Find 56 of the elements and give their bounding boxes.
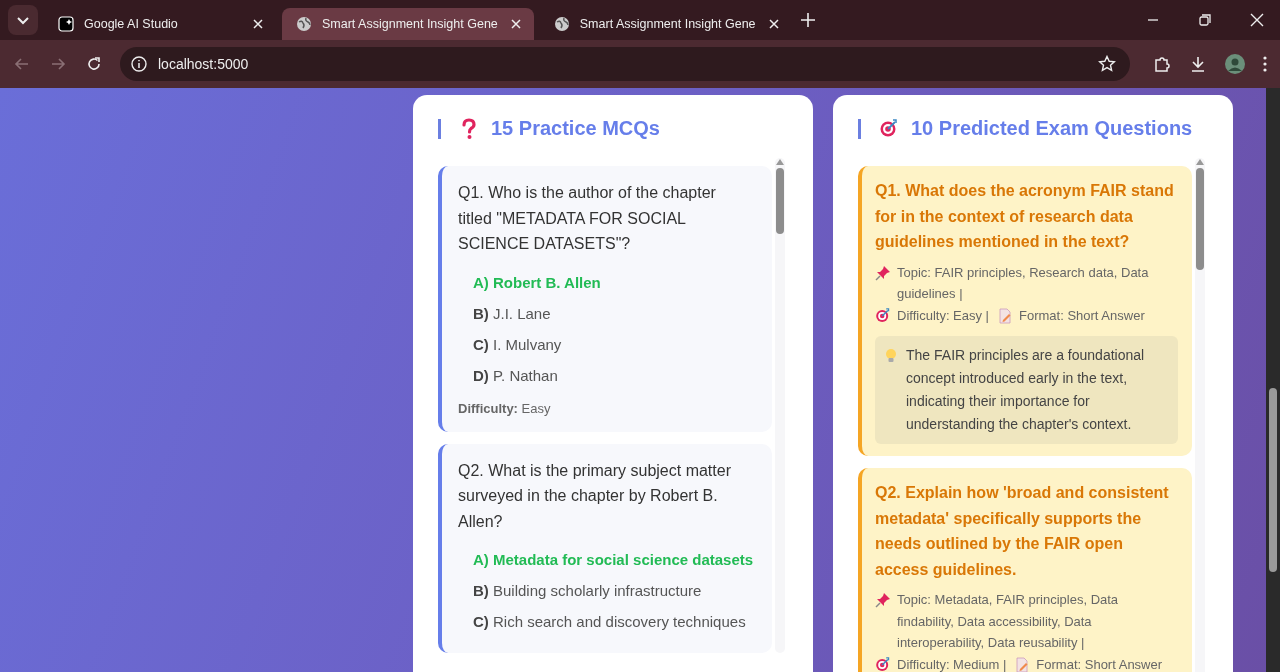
topic-text: Topic: Metadata, FAIR principles, Data findability, Data accessibility, Data interoperability, Data reusability | (897, 591, 1120, 652)
target-icon (875, 307, 891, 324)
puzzle-icon[interactable] (1152, 54, 1172, 74)
scroll-thumb[interactable] (1196, 168, 1204, 270)
accent-bar (438, 118, 441, 139)
scrollbar[interactable] (775, 158, 785, 653)
page-scrollbar[interactable] (1266, 88, 1280, 672)
panel-title: 10 Predicted Exam Questions (911, 117, 1193, 140)
tab-title: Smart Assignment Insight Gene (579, 17, 756, 31)
format-text: Format: Short Answer (1019, 306, 1145, 325)
question-text: Q2. What is the primary subject matter surveyed in the chapter by Robert B. Allen? (458, 460, 732, 532)
more-icon[interactable] (1262, 54, 1268, 74)
scroll-thumb[interactable] (776, 168, 784, 234)
difficulty-label: Difficulty: Easy (458, 400, 552, 416)
star-icon[interactable] (1098, 55, 1116, 73)
topic-text: Topic: FAIR principles, Research data, Data guidelines | (897, 263, 1150, 303)
tab-search-icon[interactable] (8, 5, 38, 35)
difficulty-text: Difficulty: Easy | (897, 306, 989, 325)
memo-icon (997, 307, 1013, 324)
pushpin-icon (875, 264, 891, 281)
answer-option: C) I. Mulvany (458, 328, 754, 360)
answer-option: A) Robert B. Allen (458, 266, 754, 298)
tab-title: Google AI Studio (84, 17, 179, 31)
hint-text: The FAIR principles are a foundational concept introduced early in the text, indicating their importance for understanding the chapter's context. (906, 346, 1146, 434)
format-text: Format: Short Answer (1036, 655, 1163, 672)
tab-title: Smart Assignment Insight Gene (322, 17, 498, 31)
memo-icon (1014, 656, 1031, 672)
answer-option: A) Metadata for social science datasets (458, 544, 754, 575)
question-text: Q2. Explain how 'broad and consistent metadata' specifically supports the needs outlined by the FAIR open access guidelines. (875, 483, 1170, 580)
answer-option: B) J.I. Lane (458, 297, 754, 329)
scroll-up-icon[interactable] (1195, 158, 1205, 166)
app-logo-icon (58, 16, 74, 32)
answer-option: C) Rich search and discovery techniques (458, 606, 754, 637)
url-text: localhost:5000 (158, 56, 249, 72)
difficulty-text: Difficulty: Medium | (897, 655, 1007, 672)
scrollbar[interactable] (1195, 158, 1205, 672)
scroll-up-icon[interactable] (775, 158, 785, 166)
info-icon (130, 55, 148, 73)
question-mark-icon (459, 117, 479, 140)
answer-option: D) P. Nathan (458, 359, 754, 391)
question-text: Q1. What does the acronym FAIR stand for in the context of research data guidelines mentioned in the text? (875, 181, 1175, 252)
lightbulb-icon (884, 348, 898, 364)
answer-option: B) Building scholarly infrastructure (458, 575, 754, 606)
globe-icon (296, 16, 312, 32)
accent-bar (858, 118, 861, 139)
globe-icon (553, 16, 570, 32)
browser-tab[interactable]: Google AI Studio (44, 8, 276, 40)
avatar-icon[interactable] (1224, 53, 1246, 75)
pushpin-icon (875, 592, 891, 608)
target-icon (879, 118, 899, 139)
target-icon (875, 656, 891, 672)
browser-tab[interactable]: Smart Assignment Insight Gene (282, 8, 534, 40)
browser-tab[interactable]: Smart Assignment Insight Gene (539, 8, 792, 40)
address-bar[interactable]: localhost:5000 (120, 47, 1130, 81)
question-text: Q1. Who is the author of the chapter titled "METADATA FOR SOCIAL SCIENCE DATASETS"? (458, 183, 717, 254)
panel-title: 15 Practice MCQs (491, 117, 660, 140)
